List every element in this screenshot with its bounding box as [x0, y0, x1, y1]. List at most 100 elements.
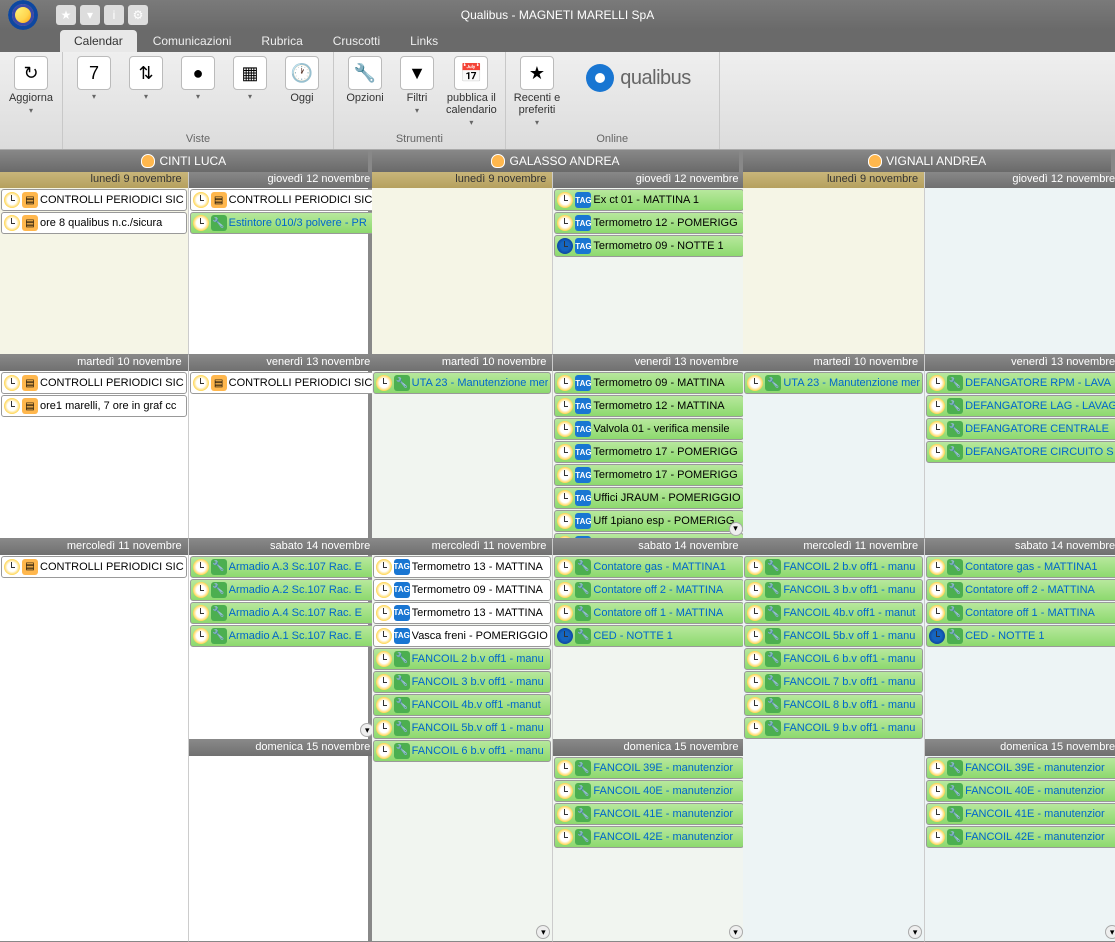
- calendar-event[interactable]: ▤ore1 marelli, 7 ore in graf cc: [1, 395, 187, 417]
- more-events-button[interactable]: ▾: [729, 925, 743, 939]
- day-header[interactable]: domenica 15 novembre: [553, 740, 744, 756]
- calendar-event[interactable]: 🔧FANCOIL 3 b.v off1 - manu: [744, 579, 923, 601]
- day-header[interactable]: lunedì 9 novembre: [372, 172, 553, 188]
- calendar-event[interactable]: TAGTermometro 09 - MATTINA: [373, 579, 552, 601]
- day-header[interactable]: venerdì 13 novembre: [189, 355, 377, 371]
- tab-links[interactable]: Links: [396, 30, 452, 52]
- calendar-event[interactable]: 🔧Estintore 010/3 polvere - PR: [190, 212, 376, 234]
- day-body[interactable]: 🔧UTA 23 - Manutenzione mer: [372, 371, 553, 537]
- day-body[interactable]: TAGTermometro 09 - MATTINATAGTermometro …: [553, 371, 744, 537]
- day-header[interactable]: sabato 14 novembre: [925, 539, 1115, 555]
- more-events-button[interactable]: ▾: [536, 925, 550, 939]
- calendar-event[interactable]: 🔧FANCOIL 40E - manutenzior: [926, 780, 1115, 802]
- day-body[interactable]: 🔧DEFANGATORE RPM - LAVA🔧DEFANGATORE LAG …: [925, 371, 1115, 537]
- day-header[interactable]: sabato 14 novembre: [553, 539, 744, 555]
- day-body[interactable]: TAGEx ct 01 - MATTINA 1TAGTermometro 12 …: [553, 188, 744, 354]
- day-header[interactable]: martedì 10 novembre: [372, 355, 553, 371]
- qualibus-logo[interactable]: qualibus: [566, 56, 711, 100]
- calendar-event[interactable]: 🔧FANCOIL 9 b.v off1 - manu: [744, 717, 923, 739]
- calendar-event[interactable]: TAGTermometro 17 - POMERIGG: [554, 441, 743, 463]
- options-button[interactable]: 🔧Opzioni: [342, 56, 388, 104]
- day-header[interactable]: domenica 15 novembre: [189, 740, 377, 756]
- day-body[interactable]: [743, 188, 924, 354]
- calendar-event[interactable]: 🔧FANCOIL 6 b.v off1 - manu: [744, 648, 923, 670]
- calendar-event[interactable]: TAGTermometro 12 - POMERIGG: [554, 212, 743, 234]
- calendar-event[interactable]: TAGUff 1piano esp - POMERIGG: [554, 510, 743, 532]
- calendar-event[interactable]: 🔧FANCOIL 3 b.v off1 - manu: [373, 671, 552, 693]
- day-body[interactable]: 🔧Contatore gas - MATTINA1🔧Contatore off …: [553, 555, 744, 740]
- day-body[interactable]: ▤CONTROLLI PERIODICI SIC▤ore1 marelli, 7…: [0, 371, 188, 537]
- calendar-event[interactable]: 🔧FANCOIL 42E - manutenzior: [926, 826, 1115, 848]
- tab-rubrica[interactable]: Rubrica: [247, 30, 316, 52]
- calendar-event[interactable]: 🔧Contatore gas - MATTINA1: [926, 556, 1115, 578]
- calendar-event[interactable]: 🔧FANCOIL 2 b.v off1 - manu: [744, 556, 923, 578]
- day-header[interactable]: lunedì 9 novembre: [743, 172, 924, 188]
- calendar-event[interactable]: 🔧DEFANGATORE RPM - LAVA: [926, 372, 1115, 394]
- calendar-event[interactable]: 🔧FANCOIL 41E - manutenzior: [926, 803, 1115, 825]
- day-header[interactable]: martedì 10 novembre: [743, 355, 924, 371]
- calendar-event[interactable]: TAGTermometro 13 - MATTINA: [373, 556, 552, 578]
- day-body[interactable]: TAGTermometro 13 - MATTINATAGTermometro …: [372, 555, 553, 941]
- person-header[interactable]: VIGNALI ANDREA: [743, 150, 1111, 172]
- info-icon[interactable]: i: [104, 5, 124, 25]
- calendar-event[interactable]: 🔧CED - NOTTE 1: [554, 625, 743, 647]
- day-header[interactable]: venerdì 13 novembre: [553, 355, 744, 371]
- day-body[interactable]: 🔧FANCOIL 2 b.v off1 - manu🔧FANCOIL 3 b.v…: [743, 555, 924, 941]
- calendar-event[interactable]: 🔧FANCOIL 4b.v off1 -manut: [373, 694, 552, 716]
- day-header[interactable]: venerdì 13 novembre: [925, 355, 1115, 371]
- more-events-button[interactable]: ▾: [729, 522, 743, 536]
- calendar-event[interactable]: 🔧FANCOIL 6 b.v off1 - manu: [373, 740, 552, 762]
- calendar-event[interactable]: 🔧Armadio A.4 Sc.107 Rac. E: [190, 602, 376, 624]
- calendar-event[interactable]: 🔧FANCOIL 40E - manutenzior: [554, 780, 743, 802]
- tab-calendar[interactable]: Calendar: [60, 30, 137, 52]
- day-header[interactable]: mercoledì 11 novembre: [0, 539, 188, 555]
- day-body[interactable]: 🔧UTA 23 - Manutenzione mer: [743, 371, 924, 537]
- publish-button[interactable]: 📅pubblica il calendario▾: [446, 56, 497, 127]
- day-body[interactable]: ▤CONTROLLI PERIODICI SIC: [189, 371, 377, 537]
- calendar-event[interactable]: 🔧CED - NOTTE 1: [926, 625, 1115, 647]
- day-body[interactable]: ▤CONTROLLI PERIODICI SIC: [0, 555, 188, 941]
- day-body[interactable]: [372, 188, 553, 354]
- calendar-event[interactable]: 🔧FANCOIL 39E - manutenzior: [554, 757, 743, 779]
- more-events-button[interactable]: ▾: [1105, 925, 1115, 939]
- chevron-down-icon[interactable]: ▾: [29, 106, 33, 115]
- calendar-event[interactable]: TAGTermometro 13 - MATTINA: [373, 602, 552, 624]
- calendar-event[interactable]: ▤ore 8 qualibus n.c./sicura: [1, 212, 187, 234]
- calendar-event[interactable]: 🔧Armadio A.1 Sc.107 Rac. E: [190, 625, 376, 647]
- day-body[interactable]: ▤CONTROLLI PERIODICI SIC▤ore 8 qualibus …: [0, 188, 188, 354]
- person-header[interactable]: GALASSO ANDREA: [372, 150, 740, 172]
- today-button[interactable]: 🕐Oggi: [279, 56, 325, 104]
- calendar-event[interactable]: TAGVasca freni - POMERIGGIO: [373, 625, 552, 647]
- calendar-event[interactable]: 🔧Contatore gas - MATTINA1: [554, 556, 743, 578]
- calendar-event[interactable]: 🔧Contatore off 2 - MATTINA: [554, 579, 743, 601]
- day-body[interactable]: 🔧FANCOIL 39E - manutenzior🔧FANCOIL 40E -…: [925, 756, 1115, 941]
- day-header[interactable]: giovedì 12 novembre: [189, 172, 377, 188]
- day-header[interactable]: martedì 10 novembre: [0, 355, 188, 371]
- more-events-button[interactable]: ▾: [908, 925, 922, 939]
- calendar-event[interactable]: 🔧FANCOIL 8 b.v off1 - manu: [744, 694, 923, 716]
- calendar-event[interactable]: 🔧FANCOIL 39E - manutenzior: [926, 757, 1115, 779]
- calendar-event[interactable]: TAGUffici JRAUM - POMERIGGIO: [554, 487, 743, 509]
- calendar-event[interactable]: TAGEx ct 01 - MATTINA 1: [554, 189, 743, 211]
- view-dot-button[interactable]: ●▾: [175, 56, 221, 101]
- day-header[interactable]: domenica 15 novembre: [925, 740, 1115, 756]
- calendar-event[interactable]: 🔧FANCOIL 2 b.v off1 - manu: [373, 648, 552, 670]
- view-7-button[interactable]: 7▾: [71, 56, 117, 101]
- calendar-event[interactable]: TAGValvola 01 - verifica mensile: [554, 418, 743, 440]
- calendar-event[interactable]: 🔧UTA 23 - Manutenzione mer: [744, 372, 923, 394]
- favorite-icon[interactable]: ★: [56, 5, 76, 25]
- day-header[interactable]: giovedì 12 novembre: [925, 172, 1115, 188]
- tab-cruscotti[interactable]: Cruscotti: [319, 30, 394, 52]
- tab-comunicazioni[interactable]: Comunicazioni: [139, 30, 246, 52]
- calendar-event[interactable]: 🔧Contatore off 1 - MATTINA: [554, 602, 743, 624]
- person-header[interactable]: CINTI LUCA: [0, 150, 368, 172]
- calendar-event[interactable]: 🔧Contatore off 1 - MATTINA: [926, 602, 1115, 624]
- calendar-event[interactable]: 🔧FANCOIL 5b.v off 1 - manu: [373, 717, 552, 739]
- calendar-event[interactable]: 🔧FANCOIL 42E - manutenzior: [554, 826, 743, 848]
- calendar-event[interactable]: ▤CONTROLLI PERIODICI SIC: [1, 556, 187, 578]
- gear-icon[interactable]: ⚙: [128, 5, 148, 25]
- day-body[interactable]: 🔧FANCOIL 39E - manutenzior🔧FANCOIL 40E -…: [553, 756, 744, 941]
- calendar-event[interactable]: 🔧FANCOIL 41E - manutenzior: [554, 803, 743, 825]
- calendar-event[interactable]: 🔧FANCOIL 5b.v off 1 - manu: [744, 625, 923, 647]
- calendar-event[interactable]: TAGTermometro 17 - POMERIGG: [554, 464, 743, 486]
